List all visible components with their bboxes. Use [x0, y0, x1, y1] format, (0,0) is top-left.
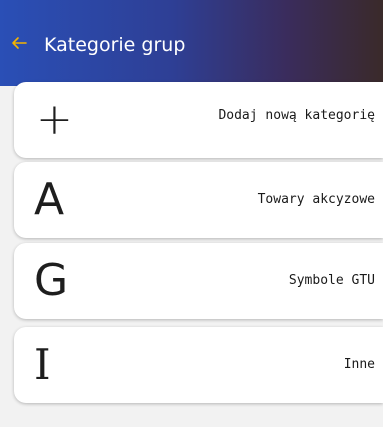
back-button[interactable]: [4, 28, 34, 58]
app-bar: Kategorie grup: [0, 0, 383, 86]
category-label: Inne: [343, 357, 375, 372]
category-initial: I: [34, 340, 51, 389]
arrow-left-icon: [11, 35, 27, 51]
category-item-towary-akcyzowe[interactable]: A Towary akcyzowe: [14, 162, 383, 238]
category-initial: A: [34, 174, 65, 225]
add-category-label: Dodaj nową kategorię: [218, 108, 375, 123]
add-category-button[interactable]: + Dodaj nową kategorię: [14, 82, 383, 158]
category-label: Towary akcyzowe: [257, 192, 375, 207]
plus-icon: +: [36, 94, 73, 145]
category-initial: G: [34, 255, 69, 306]
category-item-inne[interactable]: I Inne: [14, 327, 383, 403]
page-title: Kategorie grup: [44, 34, 186, 56]
category-item-symbole-gtu[interactable]: G Symbole GTU: [14, 243, 383, 319]
category-label: Symbole GTU: [288, 273, 375, 288]
